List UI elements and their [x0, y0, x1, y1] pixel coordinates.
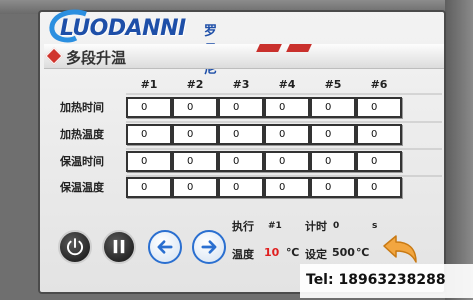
- cell-value: 0: [371, 156, 378, 167]
- device-bezel-right: [445, 0, 473, 300]
- cell-value: 0: [187, 129, 194, 140]
- hold-temp-input-2[interactable]: 0: [172, 177, 218, 198]
- hold-temp-input-5[interactable]: 0: [310, 177, 356, 198]
- setpoint-label: 设定: [305, 248, 327, 261]
- row-label-hold-temp: 保温温度: [60, 181, 104, 194]
- cell-value: 0: [325, 102, 332, 113]
- cell-value: 0: [233, 182, 240, 193]
- cell-value: 0: [187, 182, 194, 193]
- pause-icon: [113, 239, 125, 254]
- hold-time-input-2[interactable]: 0: [172, 151, 218, 172]
- heat-time-input-3[interactable]: 0: [218, 97, 264, 118]
- header-stripe-icon: [286, 44, 312, 52]
- cell-value: 0: [279, 156, 286, 167]
- logo-brand-text: LUODANNI: [60, 16, 186, 41]
- cell-value: 0: [141, 129, 148, 140]
- setpoint-value: 500: [332, 246, 355, 259]
- temp-unit: ℃: [286, 246, 300, 259]
- hold-temp-input-4[interactable]: 0: [264, 177, 310, 198]
- cell-value: 0: [187, 156, 194, 167]
- cell-value: 0: [325, 129, 332, 140]
- timer-value: 0: [333, 221, 340, 231]
- column-header-3: #3: [232, 78, 250, 91]
- cell-value: 0: [325, 182, 332, 193]
- next-button[interactable]: [192, 230, 226, 264]
- hold-time-input-5[interactable]: 0: [310, 151, 356, 172]
- cell-value: 0: [187, 102, 194, 113]
- heat-temp-input-3[interactable]: 0: [218, 124, 264, 145]
- pause-button[interactable]: [102, 230, 136, 264]
- heat-time-input-6[interactable]: 0: [356, 97, 402, 118]
- cell-value: 0: [279, 129, 286, 140]
- page-header: 多段升温: [44, 44, 444, 69]
- column-header-4: #4: [278, 78, 296, 91]
- heat-time-input-4[interactable]: 0: [264, 97, 310, 118]
- heat-time-input-2[interactable]: 0: [172, 97, 218, 118]
- setpoint-unit: ℃: [356, 246, 370, 259]
- power-button[interactable]: [58, 230, 92, 264]
- arrow-left-icon: [157, 240, 173, 254]
- column-header-5: #5: [324, 78, 342, 91]
- hold-temp-input-3[interactable]: 0: [218, 177, 264, 198]
- heat-temp-input-1[interactable]: 0: [126, 124, 172, 145]
- brand-logo: LUODANNI 罗丹尼: [46, 6, 226, 77]
- hold-temp-input-1[interactable]: 0: [126, 177, 172, 198]
- exec-value: #1: [268, 221, 282, 231]
- hold-temp-input-6[interactable]: 0: [356, 177, 402, 198]
- cell-value: 0: [325, 156, 332, 167]
- hold-time-input-1[interactable]: 0: [126, 151, 172, 172]
- hold-time-input-6[interactable]: 0: [356, 151, 402, 172]
- temp-label: 温度: [232, 248, 254, 261]
- cell-value: 0: [371, 129, 378, 140]
- page-title: 多段升温: [66, 49, 127, 67]
- timer-unit: s: [372, 221, 378, 231]
- hold-time-input-3[interactable]: 0: [218, 151, 264, 172]
- exec-label: 执行: [232, 220, 254, 233]
- cell-value: 0: [233, 156, 240, 167]
- cell-value: 0: [141, 102, 148, 113]
- heat-temp-input-4[interactable]: 0: [264, 124, 310, 145]
- cell-value: 0: [141, 182, 148, 193]
- cell-value: 0: [233, 129, 240, 140]
- timer-label: 计时: [305, 220, 327, 233]
- arrow-right-icon: [201, 240, 217, 254]
- heat-time-input-1[interactable]: 0: [126, 97, 172, 118]
- title-diamond-icon: [45, 47, 63, 65]
- header-stripe-icon: [256, 44, 282, 52]
- column-header-1: #1: [140, 78, 158, 91]
- prev-button[interactable]: [148, 230, 182, 264]
- row-label-heat-time: 加热时间: [60, 101, 104, 114]
- hold-time-input-4[interactable]: 0: [264, 151, 310, 172]
- power-icon: [66, 238, 84, 256]
- heat-temp-input-6[interactable]: 0: [356, 124, 402, 145]
- cell-value: 0: [141, 156, 148, 167]
- cell-value: 0: [279, 102, 286, 113]
- cell-value: 0: [371, 182, 378, 193]
- return-arrow-icon[interactable]: [380, 232, 420, 266]
- column-header-6: #6: [370, 78, 388, 91]
- temp-value: 10: [264, 246, 280, 259]
- row-label-hold-time: 保温时间: [60, 155, 104, 168]
- cell-value: 0: [279, 182, 286, 193]
- contact-phone: Tel: 18963238288: [306, 272, 446, 288]
- column-header-2: #2: [186, 78, 204, 91]
- heat-time-input-5[interactable]: 0: [310, 97, 356, 118]
- heat-temp-input-2[interactable]: 0: [172, 124, 218, 145]
- heat-temp-input-5[interactable]: 0: [310, 124, 356, 145]
- cell-value: 0: [233, 102, 240, 113]
- row-label-heat-temp: 加热温度: [60, 128, 104, 141]
- cell-value: 0: [371, 102, 378, 113]
